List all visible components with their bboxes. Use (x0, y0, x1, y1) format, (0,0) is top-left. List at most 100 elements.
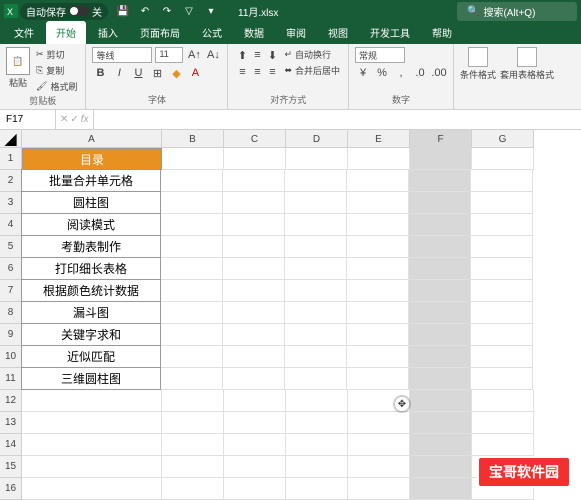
fill-color-button[interactable]: ◆ (168, 65, 184, 81)
cell[interactable] (162, 390, 224, 412)
cell[interactable] (347, 302, 409, 324)
cell[interactable] (471, 192, 533, 214)
cell[interactable] (223, 214, 285, 236)
cell[interactable] (409, 346, 471, 368)
cell[interactable] (347, 258, 409, 280)
cell[interactable] (224, 390, 286, 412)
cell[interactable] (472, 412, 534, 434)
undo-icon[interactable]: ↶ (138, 4, 152, 18)
cell[interactable] (409, 258, 471, 280)
cell-a6[interactable]: 打印细长表格 (21, 257, 161, 280)
cell[interactable] (224, 456, 286, 478)
cell[interactable] (471, 302, 533, 324)
cell[interactable] (348, 434, 410, 456)
col-header-f[interactable]: F (410, 130, 472, 148)
conditional-format-button[interactable]: 条件格式 (460, 47, 496, 81)
cell-a2[interactable]: 批量合并单元格 (21, 169, 161, 192)
cell[interactable] (22, 412, 162, 434)
cell[interactable] (347, 368, 409, 390)
bold-button[interactable]: B (92, 65, 108, 81)
font-size-select[interactable]: 11 (155, 47, 183, 63)
cell[interactable] (22, 434, 162, 456)
row-header[interactable]: 5 (0, 236, 22, 258)
autosave-toggle[interactable]: 自动保存 关 (20, 3, 108, 20)
cell[interactable] (347, 280, 409, 302)
format-table-button[interactable]: 套用表格格式 (500, 47, 554, 81)
cell-a10[interactable]: 近似匹配 (21, 345, 161, 368)
merge-center-button[interactable]: ⬌合并后居中 (282, 63, 342, 78)
align-middle-icon[interactable]: ≡ (249, 47, 265, 63)
cell[interactable] (223, 324, 285, 346)
cell[interactable] (286, 390, 348, 412)
cell[interactable] (409, 324, 471, 346)
cell[interactable] (410, 478, 472, 500)
cell[interactable] (224, 478, 286, 500)
cell[interactable] (162, 434, 224, 456)
row-header[interactable]: 15 (0, 456, 22, 478)
cell[interactable] (472, 390, 534, 412)
copy-button[interactable]: ⎘复制 (34, 63, 79, 78)
cell[interactable] (409, 236, 471, 258)
cell[interactable] (347, 236, 409, 258)
cell[interactable] (347, 192, 409, 214)
cell[interactable] (348, 456, 410, 478)
col-header-g[interactable]: G (472, 130, 534, 148)
cell[interactable] (286, 148, 348, 170)
align-top-icon[interactable]: ⬆ (234, 47, 250, 63)
row-header[interactable]: 4 (0, 214, 22, 236)
row-header[interactable]: 13 (0, 412, 22, 434)
border-button[interactable]: ⊞ (149, 65, 165, 81)
cell[interactable] (22, 390, 162, 412)
decrease-decimal-icon[interactable]: .00 (431, 65, 447, 81)
tab-help[interactable]: 帮助 (422, 21, 462, 44)
tab-formulas[interactable]: 公式 (192, 21, 232, 44)
increase-font-icon[interactable]: A↑ (186, 47, 202, 63)
name-box[interactable]: F17 (0, 110, 56, 129)
font-name-select[interactable]: 等线 (92, 47, 152, 63)
dropdown-icon[interactable]: ▾ (204, 4, 218, 18)
tab-layout[interactable]: 页面布局 (130, 21, 190, 44)
cell[interactable] (224, 148, 286, 170)
cell[interactable] (224, 412, 286, 434)
cell[interactable] (161, 258, 223, 280)
cell-a5[interactable]: 考勤表制作 (21, 235, 161, 258)
cell[interactable] (161, 192, 223, 214)
cell[interactable] (348, 412, 410, 434)
cell[interactable] (223, 258, 285, 280)
cell[interactable] (410, 434, 472, 456)
cell[interactable] (223, 236, 285, 258)
select-all-corner[interactable]: ◢ (0, 130, 22, 148)
cell[interactable] (410, 456, 472, 478)
row-header[interactable]: 8 (0, 302, 22, 324)
cell[interactable] (161, 170, 223, 192)
cancel-icon[interactable]: ✕ (60, 114, 68, 125)
cell[interactable] (348, 148, 410, 170)
cell-a7[interactable]: 根据颜色统计数据 (21, 279, 161, 302)
tab-data[interactable]: 数据 (234, 21, 274, 44)
cell[interactable] (410, 390, 472, 412)
cell[interactable] (409, 170, 471, 192)
currency-icon[interactable]: ¥ (355, 65, 371, 81)
cell[interactable] (223, 170, 285, 192)
cell[interactable] (471, 236, 533, 258)
cell[interactable] (410, 412, 472, 434)
decrease-font-icon[interactable]: A↓ (205, 47, 221, 63)
filter-icon[interactable]: ▽ (182, 4, 196, 18)
cell[interactable] (409, 192, 471, 214)
cell-a8[interactable]: 漏斗图 (21, 301, 161, 324)
row-header[interactable]: 9 (0, 324, 22, 346)
cell[interactable] (286, 412, 348, 434)
cell[interactable] (471, 214, 533, 236)
cell[interactable] (161, 280, 223, 302)
col-header-e[interactable]: E (348, 130, 410, 148)
cell[interactable] (161, 324, 223, 346)
cell[interactable] (285, 346, 347, 368)
align-bottom-icon[interactable]: ⬇ (264, 47, 280, 63)
grid-body[interactable]: 目录 批量合并单元格 圆柱图 阅读模式 考勤表制作 打印细长表格 根据颜色统计数… (22, 148, 534, 500)
tab-dev[interactable]: 开发工具 (360, 21, 420, 44)
cell[interactable] (409, 214, 471, 236)
cell[interactable] (285, 192, 347, 214)
col-header-c[interactable]: C (224, 130, 286, 148)
cell[interactable] (471, 346, 533, 368)
cell[interactable] (162, 148, 224, 170)
